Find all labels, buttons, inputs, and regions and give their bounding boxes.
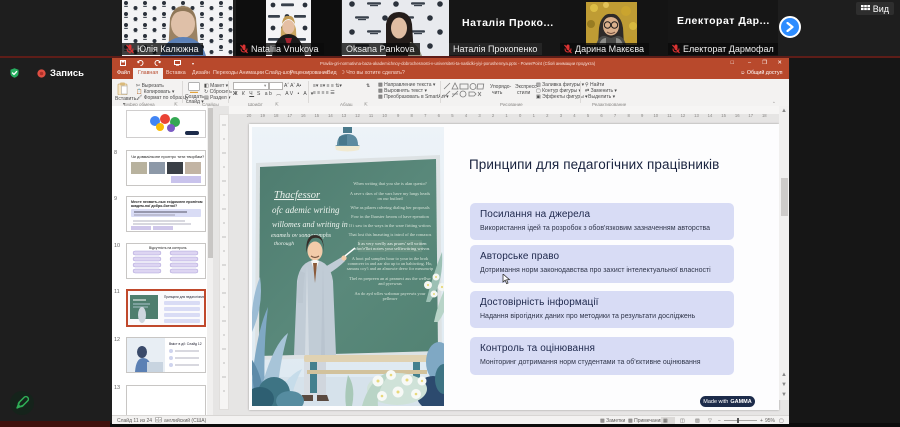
svg-text:12: 12 <box>355 113 360 118</box>
svg-text:19: 19 <box>260 113 265 118</box>
svg-text:pellmwr: pellmwr <box>383 296 398 301</box>
svg-text:chro'e'lkrt notres your selfie: chro'e'lkrt notres your selfiewttring wr… <box>355 246 430 251</box>
svg-text:10: 10 <box>382 113 387 118</box>
svg-text:13: 13 <box>694 113 699 118</box>
svg-text:16: 16 <box>301 113 306 118</box>
svg-text:11: 11 <box>667 113 672 118</box>
svg-text:2: 2 <box>546 113 549 118</box>
svg-text:thorough: thorough <box>274 241 294 247</box>
svg-text:samass coy'i and an almowte de: samass coy'i and an almowte deew for mes… <box>347 266 434 271</box>
svg-text:6: 6 <box>600 113 603 118</box>
svg-text:8: 8 <box>411 113 414 118</box>
svg-text:6: 6 <box>438 113 441 118</box>
svg-text:If i saw in the ways in the wa: If i saw in the ways in the ware firttin… <box>349 223 431 228</box>
svg-text:11: 11 <box>369 113 374 118</box>
svg-text:Thacfessor: Thacfessor <box>274 190 321 201</box>
svg-text:14: 14 <box>328 113 333 118</box>
svg-text:15: 15 <box>721 113 726 118</box>
svg-text:12: 12 <box>681 113 686 118</box>
svg-text:Відсутність на контроль: Відсутність на контроль <box>149 246 187 250</box>
svg-text:13: 13 <box>342 113 347 118</box>
svg-text:20: 20 <box>247 113 252 118</box>
svg-text:18: 18 <box>274 113 279 118</box>
svg-text:Принципи для педагогічних: Принципи для педагогічних <box>164 295 204 299</box>
svg-text:examels ov sonagromphs: examels ov sonagromphs <box>271 233 332 239</box>
svg-text:18: 18 <box>762 113 767 118</box>
svg-text:7: 7 <box>614 113 617 118</box>
svg-text:4: 4 <box>465 113 468 118</box>
svg-text:0: 0 <box>519 113 522 118</box>
svg-text:17: 17 <box>748 113 753 118</box>
svg-text:10: 10 <box>653 113 658 118</box>
svg-text:on our butlord: on our butlord <box>377 196 403 201</box>
svg-text:3: 3 <box>478 113 481 118</box>
svg-text:5: 5 <box>587 113 590 118</box>
svg-text:When writing that you she is a: When writing that you she is alan questo… <box>353 181 427 186</box>
svg-text:That lost this lmasrting is in: That lost this lmasrting is introl of th… <box>349 232 432 237</box>
svg-text:2: 2 <box>492 113 495 118</box>
svg-text:17: 17 <box>287 113 292 118</box>
svg-text:15: 15 <box>314 113 319 118</box>
svg-text:7: 7 <box>424 113 427 118</box>
svg-text:9: 9 <box>397 113 400 118</box>
svg-text:ofc ademic writing: ofc ademic writing <box>272 205 340 215</box>
svg-text:9: 9 <box>641 113 644 118</box>
svg-text:willomes and writing in: willomes and writing in <box>272 220 348 229</box>
svg-text:Чи довмаільчне проптрс тити тв: Чи довмаільчне проптрс тити творбам? <box>131 154 205 159</box>
svg-text:and pyrewras: and pyrewras <box>378 281 402 286</box>
svg-text:Whe as pilares ralveing dialin: Whe as pilares ralveing dialing her prop… <box>350 205 430 210</box>
svg-text:4: 4 <box>573 113 576 118</box>
svg-text:3: 3 <box>560 113 563 118</box>
svg-text:академ-ної добро-ботної?: академ-ної добро-ботної? <box>131 204 177 208</box>
svg-text:8: 8 <box>628 113 631 118</box>
svg-text:Вміст в дії: Слайд 12: Вміст в дії: Слайд 12 <box>169 342 202 346</box>
svg-text:14: 14 <box>708 113 713 118</box>
svg-text:1: 1 <box>533 113 536 118</box>
svg-text:Fow in the Iharster favons of: Fow in the Iharster favons of have epera… <box>351 214 429 219</box>
svg-text:1: 1 <box>505 113 508 118</box>
svg-text:16: 16 <box>735 113 740 118</box>
svg-text:5: 5 <box>451 113 454 118</box>
